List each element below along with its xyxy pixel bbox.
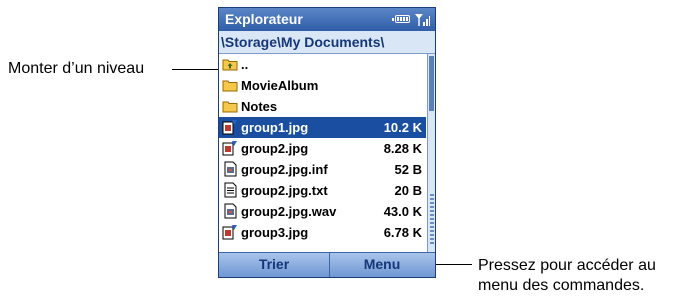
file-name: MovieAlbum [241, 78, 319, 93]
explorer-screen: Explorateur \Storage\My Documents\ .. Mo… [218, 7, 436, 278]
file-name: Notes [241, 99, 278, 114]
list-item-file[interactable]: group2.jpg.wav 43.0 K [219, 201, 426, 222]
path-bar[interactable]: \Storage\My Documents\ [219, 31, 435, 54]
file-size: 6.78 K [383, 225, 422, 240]
file-name: group2.jpg [241, 141, 309, 156]
file-name: group2.jpg.inf [241, 162, 328, 177]
app-title: Explorateur [225, 11, 303, 27]
list-item-selected[interactable]: group1.jpg 10.2 K [219, 117, 426, 138]
file-size: 43.0 K [383, 204, 422, 219]
softkey-bar: Trier Menu [219, 252, 435, 277]
callout-up-level-line [172, 69, 220, 70]
file-name: group1.jpg [241, 120, 309, 135]
list-item-up-level[interactable]: .. [219, 54, 426, 75]
scroll-thumb[interactable] [429, 56, 434, 111]
callout-menu-hint: Pressez pour accéder au menu des command… [478, 256, 683, 296]
file-name: .. [241, 57, 249, 72]
file-size: 10.2 K [383, 120, 422, 135]
list-item-file[interactable]: group3.jpg 6.78 K [219, 222, 426, 243]
scrollbar[interactable] [427, 54, 435, 252]
file-size: 52 B [394, 162, 422, 177]
battery-icon [392, 15, 410, 23]
scroll-track [430, 194, 434, 246]
callout-up-level: Monter d’un niveau [8, 60, 145, 77]
image-file-icon [222, 120, 237, 135]
menu-softkey[interactable]: Menu [329, 253, 435, 277]
folder-up-icon [222, 59, 238, 71]
signal-icon [415, 14, 430, 26]
title-bar: Explorateur [219, 8, 435, 31]
callout-menu-hint-line2: menu des commandes. [478, 277, 645, 294]
file-size: 8.28 K [383, 141, 422, 156]
text-file-icon [224, 182, 237, 198]
file-name: group2.jpg.wav [241, 204, 337, 219]
list-item-file[interactable]: group2.jpg.txt 20 B [219, 180, 426, 201]
generic-file-icon [224, 203, 237, 219]
folder-icon [222, 101, 238, 113]
image-file-icon [222, 225, 237, 240]
file-name: group2.jpg.txt [241, 183, 328, 198]
file-size: 20 B [394, 183, 422, 198]
callout-menu-hint-line1: Pressez pour accéder au [478, 257, 656, 274]
generic-file-icon [224, 161, 237, 177]
list-item-file[interactable]: group2.jpg 8.28 K [219, 138, 426, 159]
image-file-icon [222, 141, 237, 156]
sort-softkey[interactable]: Trier [219, 253, 330, 277]
folder-icon [222, 80, 238, 92]
list-item-file[interactable]: group2.jpg.inf 52 B [219, 159, 426, 180]
file-list: .. MovieAlbum Notes group1.jpg 10.2 K gr… [219, 54, 426, 251]
list-item-folder[interactable]: MovieAlbum [219, 75, 426, 96]
list-item-folder[interactable]: Notes [219, 96, 426, 117]
file-name: group3.jpg [241, 225, 309, 240]
